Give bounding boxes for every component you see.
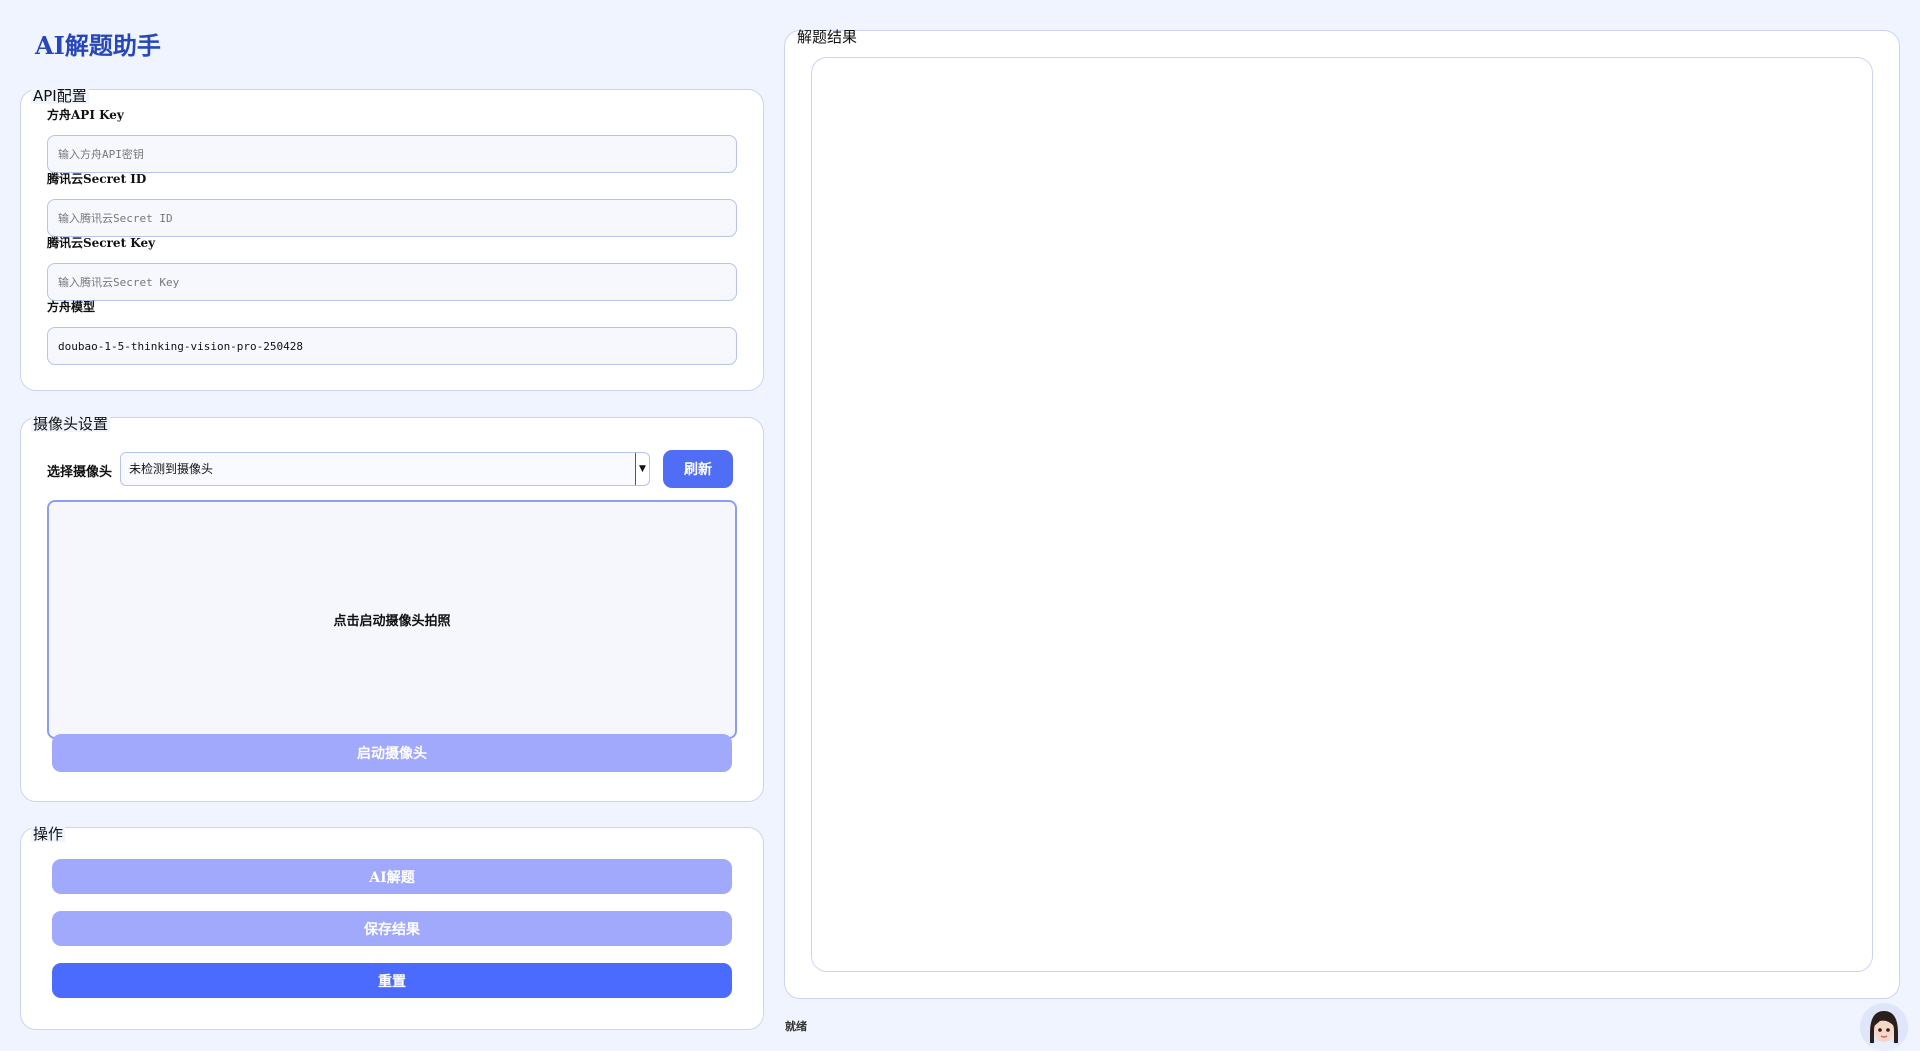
ai-solve-button[interactable]: AI解题 — [52, 859, 732, 894]
chevron-down-icon[interactable]: ▼ — [635, 453, 649, 485]
actions-panel: 操作 AI解题 保存结果 重置 — [20, 825, 764, 1030]
tencent-secret-key-input[interactable] — [47, 263, 737, 301]
app-window: AI解题助手 API配置 方舟API Key 腾讯云Secret ID 腾讯云S… — [0, 0, 1920, 1051]
camera-preview[interactable]: 点击启动摄像头拍照 — [47, 500, 737, 739]
tencent-secret-id-label: 腾讯云Secret ID — [47, 172, 147, 186]
reset-button[interactable]: 重置 — [52, 963, 732, 998]
camera-select-value: 未检测到摄像头 — [129, 462, 214, 476]
camera-select-label: 选择摄像头 — [47, 465, 113, 480]
app-title: AI解题助手 — [35, 31, 161, 60]
ark-api-key-input[interactable] — [47, 135, 737, 173]
save-result-button[interactable]: 保存结果 — [52, 911, 732, 946]
api-config-title: API配置 — [31, 87, 89, 105]
results-title: 解题结果 — [797, 28, 858, 46]
ark-api-key-label: 方舟API Key — [47, 108, 124, 122]
camera-settings-title: 摄像头设置 — [31, 415, 111, 433]
actions-title: 操作 — [31, 825, 66, 843]
status-text: 就绪 — [785, 1020, 807, 1033]
start-camera-button[interactable]: 启动摄像头 — [52, 734, 732, 772]
refresh-button[interactable]: 刷新 — [663, 450, 733, 488]
api-config-panel: API配置 方舟API Key 腾讯云Secret ID 腾讯云Secret K… — [20, 87, 764, 391]
tencent-secret-id-input[interactable] — [47, 199, 737, 237]
tencent-secret-key-label: 腾讯云Secret Key — [47, 236, 156, 250]
results-panel: 解题结果 — [784, 28, 1900, 999]
camera-preview-text: 点击启动摄像头拍照 — [333, 614, 451, 629]
ark-model-input[interactable] — [47, 327, 737, 365]
assistant-avatar-icon[interactable] — [1860, 1003, 1908, 1051]
ark-model-label: 方舟模型 — [47, 300, 96, 314]
result-text-area[interactable] — [811, 57, 1873, 972]
camera-settings-panel: 摄像头设置 选择摄像头 未检测到摄像头 ▼ 刷新 点击启动摄像头拍照 启动摄像头 — [20, 415, 764, 802]
camera-select[interactable]: 未检测到摄像头 ▼ — [120, 452, 650, 486]
